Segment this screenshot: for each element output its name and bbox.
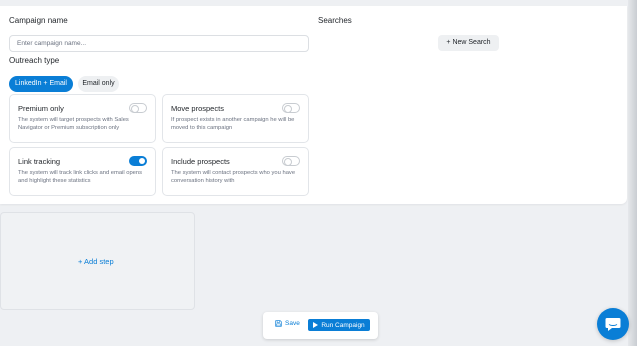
option-move-prospects: Move prospects If prospect exists in ano… <box>162 94 309 143</box>
move-prospects-toggle[interactable] <box>282 103 300 113</box>
option-description: If prospect exists in another campaign h… <box>171 117 295 131</box>
option-title: Premium only <box>18 104 64 113</box>
outreach-option-linkedin-email[interactable]: LinkedIn + Email <box>9 76 73 92</box>
add-step-button[interactable]: + Add step <box>78 257 114 266</box>
outreach-option-email-only[interactable]: Email only <box>78 76 119 92</box>
option-premium-only: Premium only The system will target pros… <box>9 94 156 143</box>
chat-icon <box>605 317 621 331</box>
outreach-type-label: Outreach type <box>9 56 60 65</box>
option-title: Link tracking <box>18 157 61 166</box>
option-description: The system will track link clicks and em… <box>18 170 143 184</box>
new-search-button[interactable]: + New Search <box>438 35 499 51</box>
play-icon <box>313 322 319 328</box>
run-campaign-label: Run Campaign <box>321 321 365 329</box>
link-tracking-toggle[interactable] <box>129 156 147 166</box>
option-description: The system will target prospects with Sa… <box>18 117 129 131</box>
searches-label: Searches <box>318 16 352 25</box>
premium-only-toggle[interactable] <box>129 103 147 113</box>
include-prospects-toggle[interactable] <box>282 156 300 166</box>
campaign-settings-card: Campaign name Outreach type LinkedIn + E… <box>0 6 627 204</box>
save-button[interactable]: Save <box>275 320 300 327</box>
save-icon <box>275 320 282 327</box>
campaign-name-input[interactable] <box>9 35 309 52</box>
campaign-action-bar: Save Run Campaign <box>263 312 378 339</box>
option-title: Move prospects <box>171 104 224 113</box>
option-include-prospects: Include prospects The system will contac… <box>162 147 309 196</box>
run-campaign-button[interactable]: Run Campaign <box>308 319 370 331</box>
option-link-tracking: Link tracking The system will track link… <box>9 147 156 196</box>
option-title: Include prospects <box>171 157 230 166</box>
chat-support-button[interactable] <box>597 308 629 340</box>
window-edge <box>628 0 637 346</box>
campaign-name-label: Campaign name <box>9 16 68 25</box>
option-description: The system will contact prospects who yo… <box>171 170 296 184</box>
save-label: Save <box>285 320 300 327</box>
